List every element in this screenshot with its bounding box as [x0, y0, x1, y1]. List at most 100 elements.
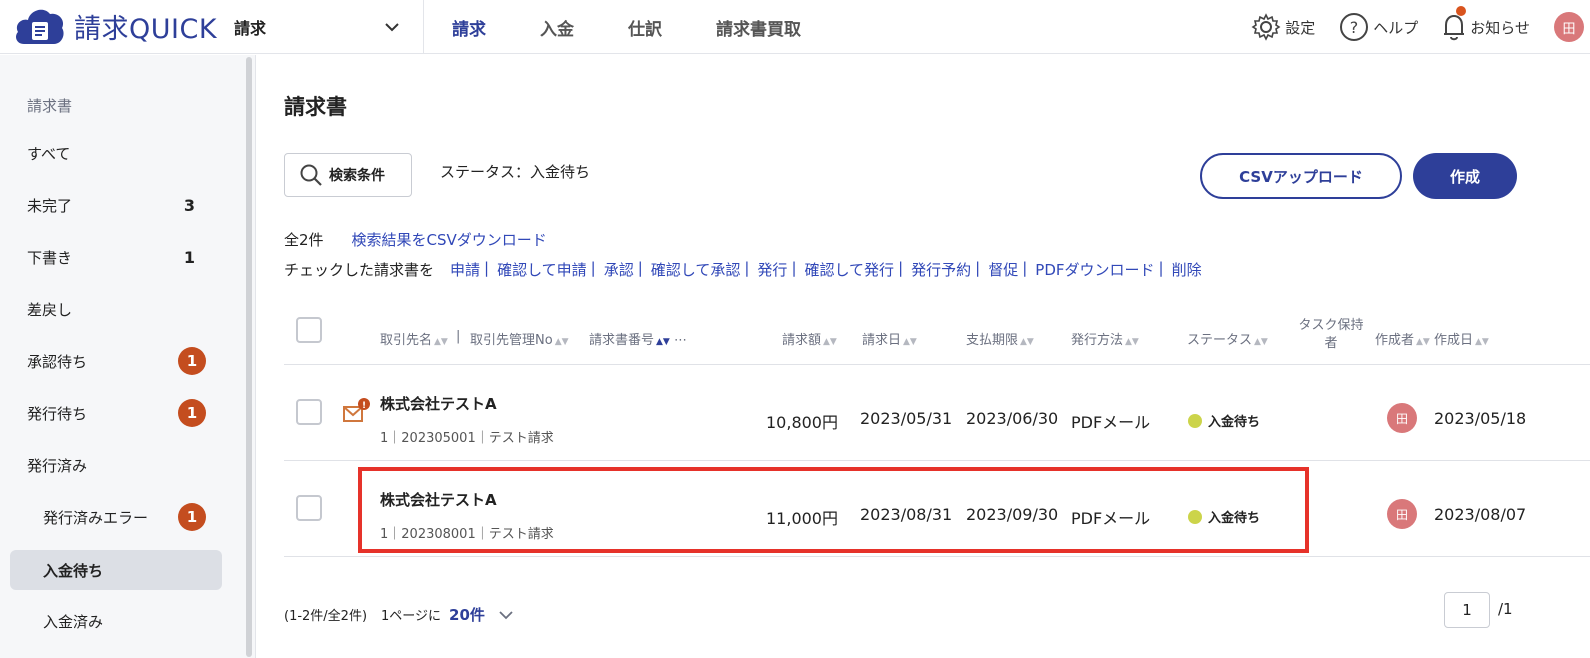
- issue-method: PDFメール: [1071, 413, 1151, 432]
- search-conditions-button[interactable]: 検索条件: [284, 153, 412, 197]
- notifications-label: お知らせ: [1470, 18, 1530, 37]
- sidebar-item-awaiting-payment[interactable]: 入金待ち: [10, 550, 222, 590]
- bell-icon: [1444, 14, 1465, 41]
- sidebar-item-returned[interactable]: 差戻し: [10, 289, 222, 329]
- tab-journal[interactable]: 仕訳: [628, 15, 662, 40]
- sidebar-item-label: すべて: [27, 144, 71, 163]
- col-amount[interactable]: 請求額 ▲▼: [782, 329, 837, 348]
- more-icon[interactable]: ⋯: [674, 333, 687, 348]
- sidebar-heading: 請求書: [27, 97, 73, 115]
- table-row[interactable]: ! 株式会社テストA 1｜202305001｜テスト請求 10,800円 202…: [284, 365, 1590, 461]
- separator: |: [1158, 259, 1164, 277]
- per-page-select[interactable]: 20件: [449, 604, 485, 625]
- col-client-no[interactable]: 取引先管理No ▲▼: [470, 329, 569, 348]
- separator: |: [898, 259, 904, 277]
- sidebar-scrollbar[interactable]: [246, 57, 252, 657]
- total-count: 全2件: [284, 231, 324, 249]
- action-apply[interactable]: 申請: [450, 259, 480, 280]
- top-bar: 請求QUICK 請求 請求 入金 仕訳 請求書買取 設定 ? ヘルプ お知らせ …: [0, 0, 1590, 54]
- separator: |: [637, 259, 643, 277]
- top-right-menu: 設定 ? ヘルプ お知らせ 田: [1251, 0, 1590, 54]
- help-button[interactable]: ? ヘルプ: [1339, 12, 1418, 42]
- pagination-info: (1-2件/全2件) 1ページに 20件: [284, 604, 513, 625]
- status-badge: 入金待ち: [1188, 411, 1260, 430]
- col-status[interactable]: ステータス ▲▼: [1187, 329, 1268, 348]
- app-logo[interactable]: 請求QUICK: [14, 6, 217, 46]
- row-checkbox[interactable]: [296, 399, 322, 425]
- tab-factoring[interactable]: 請求書買取: [716, 15, 801, 40]
- svg-text:?: ?: [1350, 18, 1359, 37]
- sidebar-item-issued[interactable]: 発行済み: [10, 445, 222, 485]
- count-badge: 1: [178, 399, 206, 427]
- action-delete[interactable]: 削除: [1172, 259, 1202, 280]
- action-confirm-issue[interactable]: 確認して発行: [805, 259, 895, 280]
- help-label: ヘルプ: [1373, 18, 1419, 37]
- col-label: 取引先名: [380, 333, 433, 348]
- action-issue[interactable]: 発行: [757, 259, 787, 280]
- tab-invoice[interactable]: 請求: [452, 15, 486, 40]
- action-confirm-approve[interactable]: 確認して承認: [651, 259, 741, 280]
- sort-icon: ▲▼: [1475, 337, 1489, 347]
- bulk-action-line: チェックした請求書を 申請 | 確認して申請 | 承認 | 確認して承認 | 発行 | 確…: [284, 259, 1202, 280]
- tab-payment[interactable]: 入金: [540, 15, 574, 40]
- sidebar-item-count: 1: [183, 247, 195, 267]
- sidebar-item-count: 3: [183, 195, 195, 215]
- status-label: 入金待ち: [1208, 415, 1261, 430]
- csv-download-link[interactable]: 検索結果をCSVダウンロード: [352, 229, 547, 250]
- row-checkbox[interactable]: [296, 495, 322, 521]
- per-page-label: 1ページに: [381, 609, 442, 624]
- action-dun[interactable]: 督促: [988, 259, 1018, 280]
- table-header: 取引先名 ▲▼ | 取引先管理No ▲▼ 請求書番号 ▲▼ ⋯ 請求額 ▲▼ 請求日 ▲▼…: [284, 305, 1590, 365]
- action-confirm-apply[interactable]: 確認して申請: [497, 259, 587, 280]
- settings-button[interactable]: 設定: [1251, 12, 1315, 42]
- sidebar-item-issued-error[interactable]: 発行済みエラー 1: [10, 497, 222, 537]
- action-schedule-issue[interactable]: 発行予約: [911, 259, 971, 280]
- app-selector-value: 請求: [234, 19, 267, 38]
- notifications-button[interactable]: お知らせ: [1442, 6, 1530, 42]
- separator: |: [791, 259, 797, 277]
- sidebar-item-label: 発行済みエラー: [43, 508, 149, 527]
- page-title: 請求書: [284, 95, 347, 119]
- sidebar: 請求書 すべて 未完了 3 下書き 1 差戻し 承認待ち 1 発行待ち 1 発行…: [0, 55, 256, 658]
- sort-icon: ▲▼: [1125, 337, 1139, 347]
- col-due-date[interactable]: 支払期限 ▲▼: [966, 329, 1034, 348]
- col-invoice-date[interactable]: 請求日 ▲▼: [862, 329, 917, 348]
- col-label: 請求書番号: [589, 333, 655, 348]
- logo-text: 請求QUICK: [74, 13, 218, 45]
- csv-upload-button[interactable]: CSVアップロード: [1200, 153, 1402, 199]
- col-created-date[interactable]: 作成日 ▲▼: [1434, 329, 1489, 348]
- sidebar-item-label: 下書き: [27, 248, 73, 267]
- action-approve[interactable]: 承認: [604, 259, 634, 280]
- sidebar-item-paid[interactable]: 入金済み: [10, 601, 222, 641]
- sidebar-item-incomplete[interactable]: 未完了 3: [10, 185, 222, 225]
- search-conditions-label: 検索条件: [329, 168, 385, 184]
- sidebar-item-awaiting-approval[interactable]: 承認待ち 1: [10, 341, 222, 381]
- col-client[interactable]: 取引先名 ▲▼: [380, 329, 448, 348]
- col-creator[interactable]: 作成者 ▲▼: [1375, 329, 1430, 348]
- sidebar-item-draft[interactable]: 下書き 1: [10, 237, 222, 277]
- select-all-checkbox[interactable]: [296, 317, 322, 343]
- col-task-owner[interactable]: タスク保持者: [1296, 317, 1366, 353]
- sort-icon: ▲▼: [1020, 337, 1034, 347]
- col-method[interactable]: 発行方法 ▲▼: [1071, 329, 1139, 348]
- sort-icon: ▲▼: [823, 337, 837, 347]
- col-label: 発行方法: [1071, 333, 1124, 348]
- page-total: /1: [1498, 600, 1513, 618]
- client-name[interactable]: 株式会社テストA: [380, 393, 497, 414]
- due-date: 2023/06/30: [966, 409, 1059, 428]
- chevron-down-icon[interactable]: [499, 610, 513, 620]
- create-button[interactable]: 作成: [1413, 153, 1517, 199]
- page-number-input[interactable]: 1: [1444, 592, 1490, 628]
- sidebar-item-awaiting-issue[interactable]: 発行待ち 1: [10, 393, 222, 433]
- col-invoice-no[interactable]: 請求書番号 ▲▼ ⋯: [589, 329, 687, 348]
- col-label: 作成者: [1375, 333, 1415, 348]
- created-date: 2023/08/07: [1434, 505, 1527, 524]
- status-dot: [1188, 413, 1202, 428]
- col-label: 作成日: [1434, 333, 1474, 348]
- sort-icon: ▲▼: [434, 337, 448, 347]
- sort-icon: ▲▼: [903, 337, 917, 347]
- action-pdf-download[interactable]: PDFダウンロード: [1035, 259, 1154, 280]
- sidebar-item-all[interactable]: すべて: [10, 133, 222, 173]
- user-avatar[interactable]: 田: [1554, 12, 1584, 42]
- app-selector[interactable]: 請求: [234, 0, 424, 54]
